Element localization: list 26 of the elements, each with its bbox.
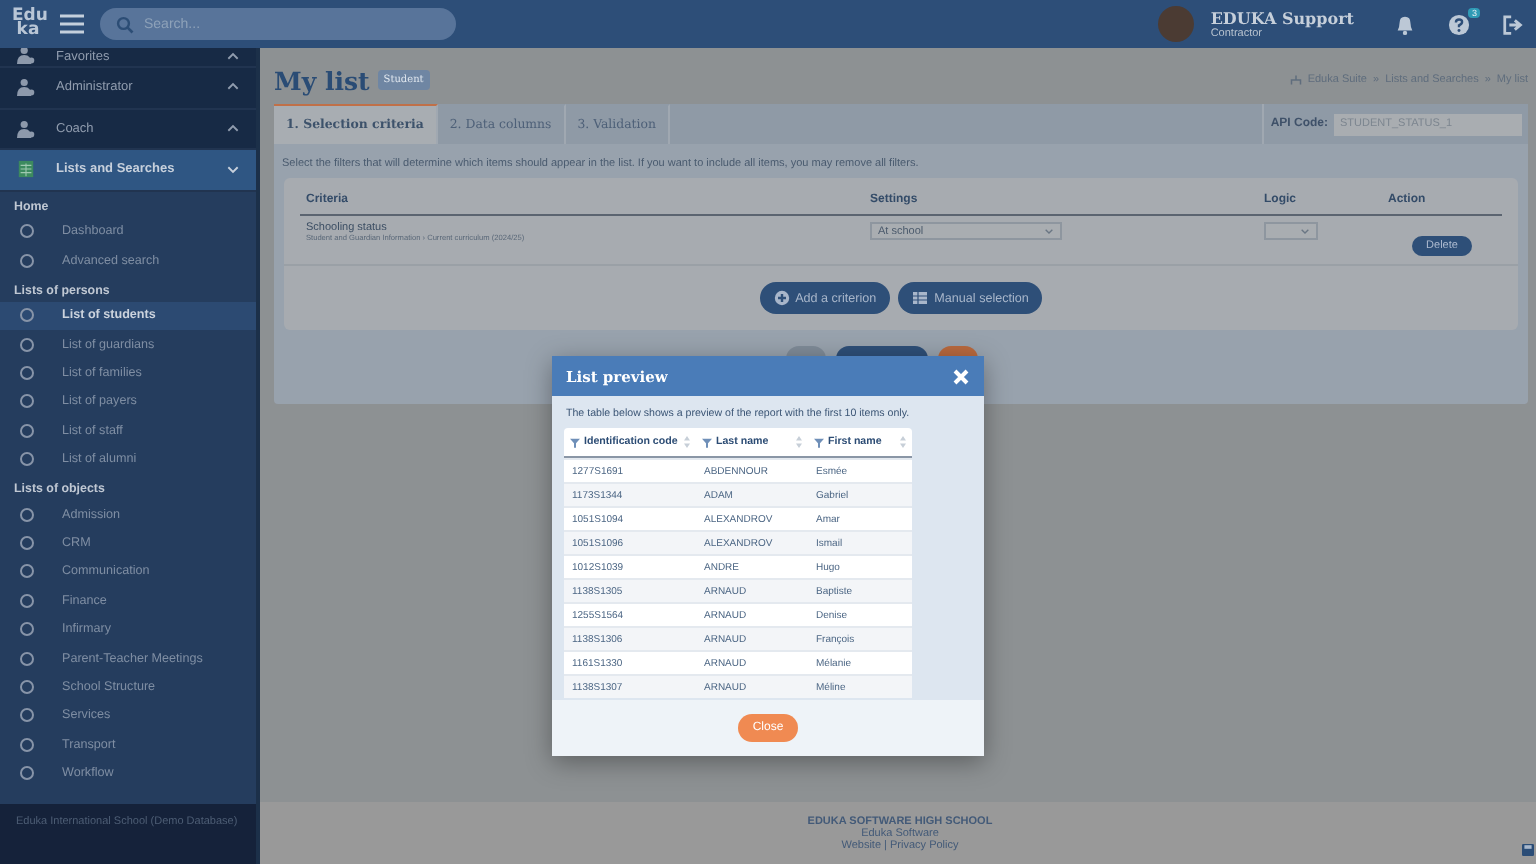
logo[interactable]: Edu ka	[12, 9, 44, 39]
spreadsheet-icon	[16, 160, 36, 179]
user-gear-icon	[16, 119, 36, 138]
chevron-down-icon	[1044, 224, 1054, 238]
save-icon[interactable]	[1522, 844, 1534, 856]
user-gear-icon	[16, 78, 36, 97]
filter-icon[interactable]	[570, 437, 580, 447]
chevron-up-icon	[226, 80, 240, 95]
page-title: My list	[274, 65, 370, 95]
bell-icon[interactable]	[1394, 13, 1416, 35]
menu-icon[interactable]	[60, 14, 84, 34]
chevron-down-icon	[1300, 224, 1310, 238]
chevron-up-icon	[226, 121, 240, 136]
close-icon[interactable]	[952, 367, 970, 385]
sitemap-icon	[1289, 74, 1302, 86]
logout-icon[interactable]	[1502, 13, 1524, 35]
filter-icon[interactable]	[814, 437, 824, 447]
plus-circle-icon	[773, 290, 790, 306]
user-name: EDUKA Support	[1210, 8, 1354, 28]
user-gear-icon	[16, 48, 36, 64]
filter-icon[interactable]	[702, 437, 712, 447]
chevron-up-icon	[226, 50, 240, 64]
help-icon[interactable]	[1448, 13, 1470, 35]
search-icon	[116, 15, 134, 33]
chevron-down-icon	[226, 162, 240, 177]
table-icon	[912, 290, 929, 306]
